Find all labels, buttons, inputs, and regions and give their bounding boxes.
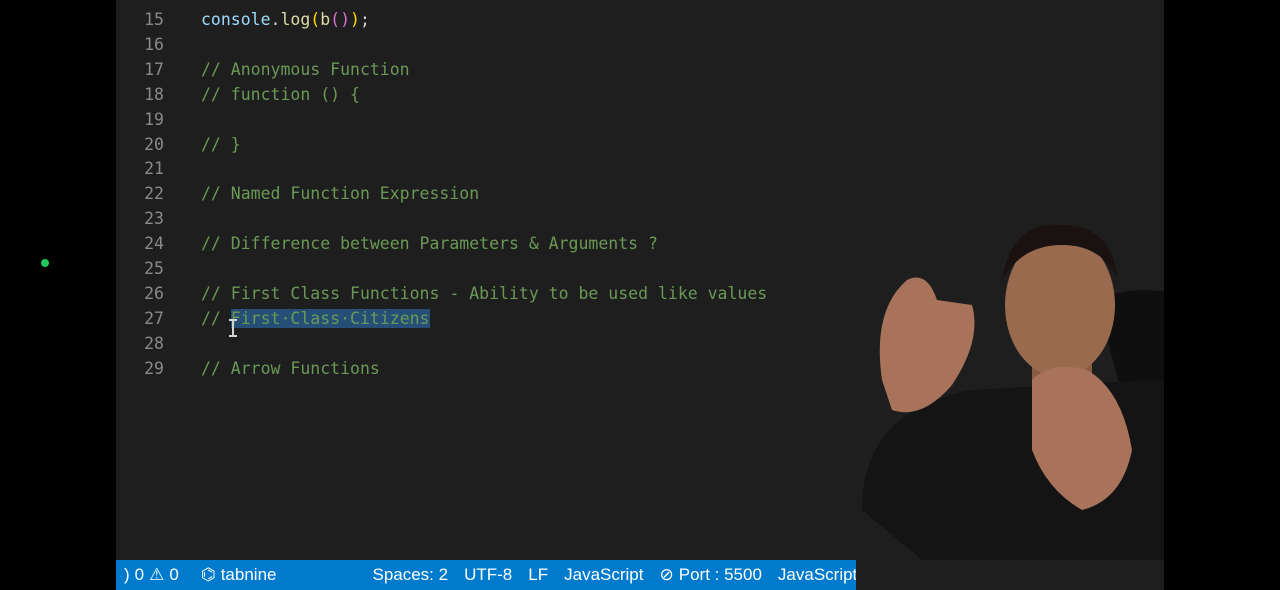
code-token: // Difference between Parameters & Argum… xyxy=(201,234,658,254)
errors-count: 0 xyxy=(134,565,145,584)
recording-indicator-dot xyxy=(41,259,49,267)
code-line[interactable]: 19 xyxy=(116,108,1116,132)
tabnine-icon: ⌬ xyxy=(200,565,216,584)
encoding-item[interactable]: UTF-8 xyxy=(456,560,520,590)
line-number: 28 xyxy=(144,333,164,353)
code-token: // Anonymous Function xyxy=(201,59,410,79)
code-token: ; xyxy=(359,10,370,29)
status-bar-video-area xyxy=(856,560,1164,590)
code-token: . xyxy=(270,10,281,29)
line-text: // Difference between Parameters & Argum… xyxy=(201,232,658,256)
status-bar: ) 0 ⚠ 0 ⌬ tabnine Spaces: 2 UTF-8 LF Jav… xyxy=(116,560,857,590)
line-text: // function () { xyxy=(201,83,360,107)
spaces-label: Spaces: 2 xyxy=(372,565,449,584)
line-text: // First Class Functions - Ability to be… xyxy=(201,282,767,306)
code-token: console xyxy=(201,10,271,29)
language-label: JavaScript xyxy=(564,565,644,584)
code-line[interactable]: 18 // function () { xyxy=(116,83,1116,107)
language-label-2: JavaScript xyxy=(777,565,858,584)
code-line[interactable]: 17 // Anonymous Function xyxy=(116,58,1116,82)
code-token: // Arrow Functions xyxy=(201,358,380,378)
code-token: // First Class Functions - Ability to be… xyxy=(201,283,768,303)
language-mode-item[interactable]: JavaScript xyxy=(556,560,651,590)
line-number: 17 xyxy=(144,59,164,79)
code-token: // xyxy=(201,308,231,328)
line-number: 29 xyxy=(144,358,164,378)
right-margin xyxy=(1164,0,1280,590)
line-number: 15 xyxy=(144,10,164,29)
no-entry-icon: ⊘ xyxy=(659,565,674,584)
line-text: // Anonymous Function xyxy=(201,58,410,82)
language-item-2[interactable]: JavaScript xyxy=(770,560,865,590)
code-line[interactable]: 21 xyxy=(116,157,1116,181)
code-token: ) xyxy=(340,10,351,29)
eol-item[interactable]: LF xyxy=(520,560,556,590)
tabnine-label: tabnine xyxy=(220,565,277,584)
code-token: ( xyxy=(310,10,321,29)
warnings-count: 0 xyxy=(169,565,179,584)
encoding-label: UTF-8 xyxy=(464,565,513,584)
line-text: // } xyxy=(201,133,241,157)
code-token: ( xyxy=(330,10,341,29)
line-number: 19 xyxy=(144,109,164,129)
line-text: // Arrow Functions xyxy=(201,357,380,381)
line-number: 21 xyxy=(144,159,164,179)
code-token: log xyxy=(280,10,311,29)
indentation-item[interactable]: Spaces: 2 xyxy=(364,560,456,590)
port-label: Port : 5500 xyxy=(678,565,762,584)
line-number: 16 xyxy=(144,34,164,54)
text-cursor-icon xyxy=(229,319,237,337)
code-token: ) xyxy=(350,10,360,29)
selected-text: First·Class·Citizens xyxy=(230,308,430,328)
line-text: // Named Function Expression xyxy=(201,182,479,206)
presenter-video-overlay xyxy=(862,224,1164,560)
code-token: // Named Function Expression xyxy=(201,184,480,204)
code-token: b xyxy=(320,10,331,29)
code-line[interactable]: 15 console.log(b()); xyxy=(116,8,1116,32)
problems-indicator[interactable]: ) 0 ⚠ 0 xyxy=(116,560,187,590)
eol-label: LF xyxy=(528,565,549,584)
error-icon: ) xyxy=(124,565,130,584)
line-number: 25 xyxy=(144,259,164,278)
line-number: 23 xyxy=(144,209,164,229)
warning-icon: ⚠ xyxy=(149,565,165,584)
code-token: // function () { xyxy=(201,84,360,104)
line-text: console.log(b()); xyxy=(201,8,370,32)
line-number: 26 xyxy=(144,283,164,303)
code-line[interactable]: 16 xyxy=(116,33,1116,57)
code-editor[interactable]: 15 console.log(b()); 16 17// Anonymous Func… xyxy=(116,0,1164,560)
code-token: // } xyxy=(201,134,241,154)
line-number: 27 xyxy=(144,308,164,328)
line-number: 20 xyxy=(144,134,164,154)
tabnine-item[interactable]: ⌬ tabnine xyxy=(193,560,285,590)
live-server-port-item[interactable]: ⊘ Port : 5500 xyxy=(651,560,769,590)
line-number: 18 xyxy=(144,84,164,104)
code-line[interactable]: 22 // Named Function Expression xyxy=(116,182,1116,206)
line-number: 22 xyxy=(144,184,164,204)
code-line[interactable]: 20 // } xyxy=(116,133,1116,157)
line-number: 24 xyxy=(144,234,164,254)
